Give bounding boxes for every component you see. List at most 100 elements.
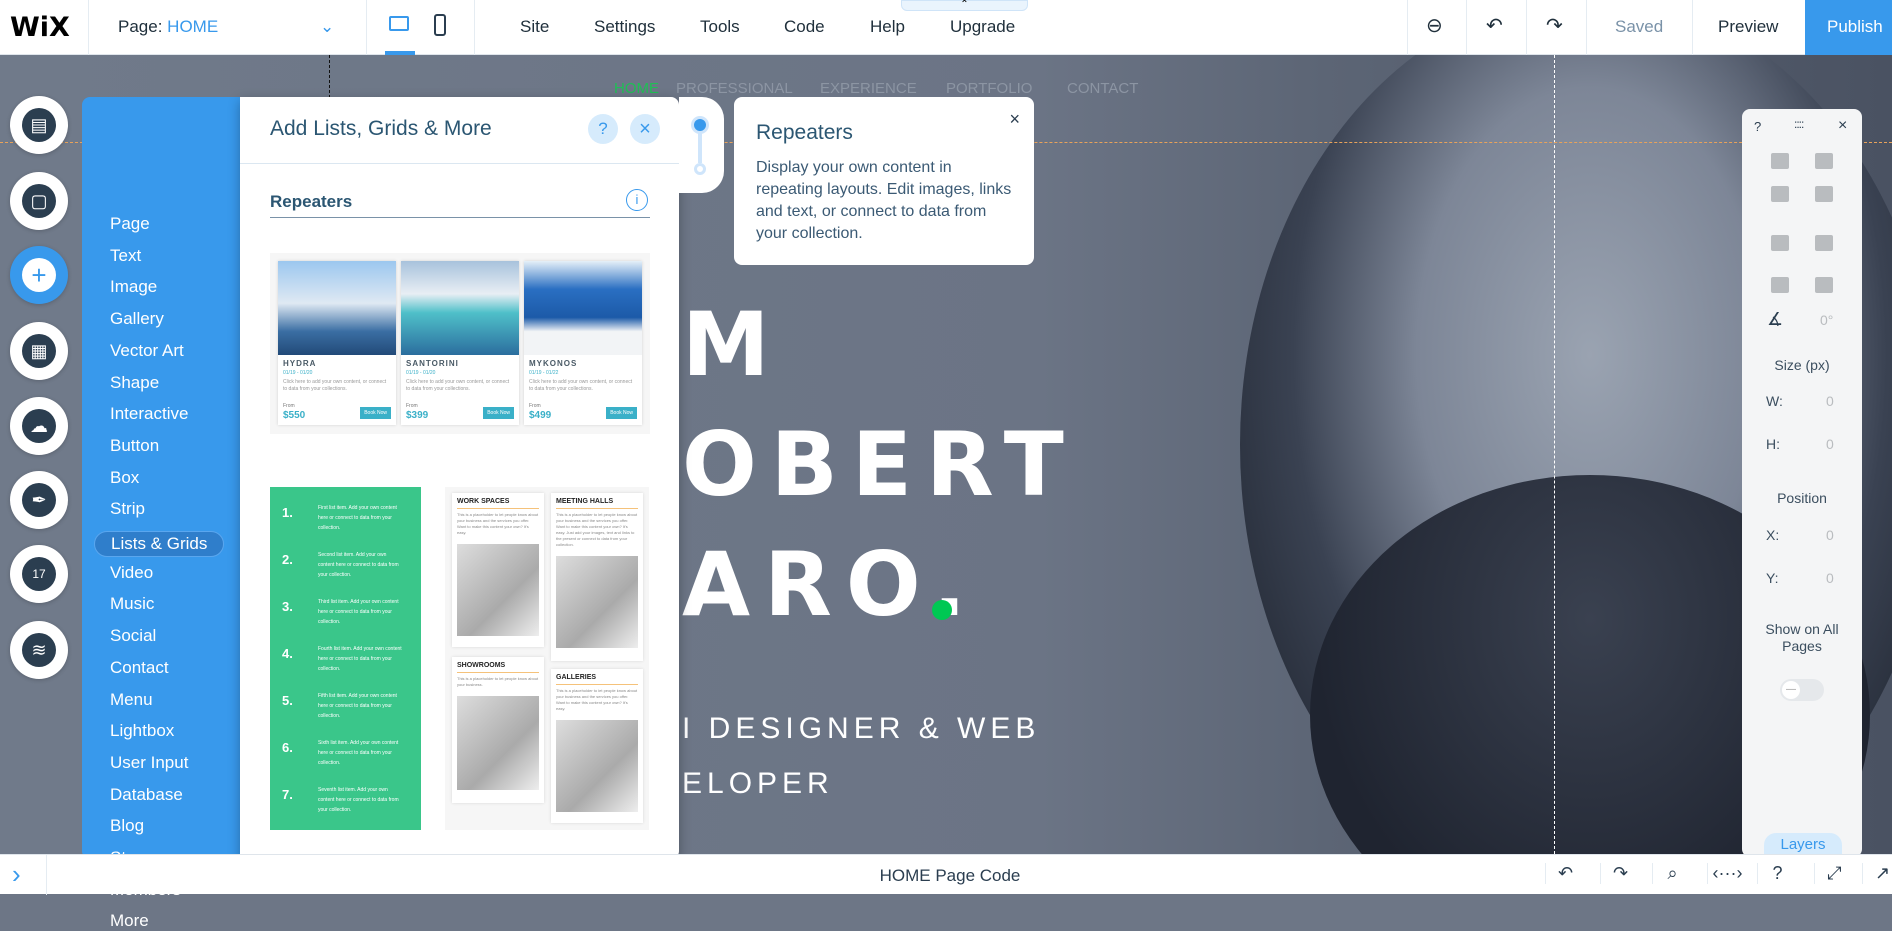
tooltip-close-icon[interactable]: × xyxy=(1009,109,1020,130)
y-label: Y: xyxy=(1766,570,1779,586)
site-nav-professional[interactable]: PROFESSIONAL xyxy=(676,80,793,97)
add-button[interactable]: + xyxy=(10,246,68,304)
wix-logo[interactable]: WiX xyxy=(10,12,70,43)
inspector-help[interactable]: ? xyxy=(1754,119,1761,134)
chevron-up-icon[interactable]: ⌃ xyxy=(901,0,1028,11)
category-box[interactable]: Box xyxy=(110,468,139,488)
y-input[interactable]: 0 xyxy=(1826,570,1834,586)
blog-button[interactable]: ✒ xyxy=(10,471,68,529)
desktop-view-icon[interactable] xyxy=(389,16,409,31)
undo-icon[interactable]: ↶ xyxy=(1486,13,1503,38)
x-input[interactable]: 0 xyxy=(1826,527,1834,543)
list-preset[interactable]: 1. First list item. Add your own content … xyxy=(270,487,421,830)
category-strip[interactable]: Strip xyxy=(110,499,145,519)
hero-subtitle-2[interactable]: ELOPER xyxy=(682,767,834,801)
menu-help[interactable]: Help xyxy=(870,17,905,37)
category-gallery[interactable]: Gallery xyxy=(110,309,164,329)
drag-handle-icon[interactable]: :::: xyxy=(1794,117,1804,131)
category-image[interactable]: Image xyxy=(110,277,157,297)
category-user-input[interactable]: User Input xyxy=(110,753,188,773)
external-icon[interactable]: ↗ xyxy=(1862,863,1892,884)
distribute-icon[interactable] xyxy=(1771,277,1789,293)
match-size-icon[interactable] xyxy=(1815,277,1833,293)
align-icon[interactable] xyxy=(1815,235,1833,251)
pages-button[interactable]: ▤ xyxy=(10,96,68,154)
background-button[interactable]: ▢ xyxy=(10,172,68,230)
height-input[interactable]: 0 xyxy=(1826,436,1834,452)
site-nav-experience[interactable]: EXPERIENCE xyxy=(820,80,917,97)
search-icon[interactable]: ⌕ xyxy=(1652,863,1692,884)
maximize-icon[interactable]: ⤢ xyxy=(1814,863,1854,884)
arrange-icon[interactable] xyxy=(1771,235,1789,251)
paste-icon[interactable] xyxy=(1815,153,1833,169)
hero-subtitle-1[interactable]: I DESIGNER & WEB xyxy=(682,712,1040,746)
chevron-down-icon[interactable]: ⌄ xyxy=(320,17,334,37)
category-page[interactable]: Page xyxy=(110,214,150,234)
category-button[interactable]: Button xyxy=(110,436,159,456)
category-contact[interactable]: Contact xyxy=(110,658,169,678)
code-properties-icon[interactable]: ‹···› xyxy=(1707,863,1747,884)
category-more[interactable]: More xyxy=(110,911,149,931)
category-shape[interactable]: Shape xyxy=(110,373,159,393)
section-underline xyxy=(270,217,650,218)
category-text[interactable]: Text xyxy=(110,246,141,266)
preview-button[interactable]: Preview xyxy=(1718,17,1778,37)
redo-icon[interactable]: ↷ xyxy=(1546,13,1563,38)
app-market-button[interactable]: ▦ xyxy=(10,322,68,380)
repeater-preset[interactable]: HYDRA 01/19 - 01/20 Click here to add yo… xyxy=(270,253,650,434)
category-database[interactable]: Database xyxy=(110,785,183,805)
site-nav-portfolio[interactable]: PORTFOLIO xyxy=(946,80,1032,97)
category-blog[interactable]: Blog xyxy=(110,816,144,836)
menu-upgrade[interactable]: Upgrade xyxy=(950,17,1015,37)
divider xyxy=(240,163,679,164)
rotation-value[interactable]: 0° xyxy=(1820,312,1833,328)
position-label: Position xyxy=(1777,490,1827,506)
width-input[interactable]: 0 xyxy=(1826,393,1834,409)
undo-icon[interactable]: ↶ xyxy=(1545,863,1585,884)
inspector-close[interactable]: × xyxy=(1838,117,1847,135)
stepper-dot-active[interactable] xyxy=(694,119,706,131)
database-button[interactable]: ≋ xyxy=(10,621,68,679)
bookings-button[interactable]: 17 xyxy=(10,545,68,603)
hero-line-2[interactable]: OBERT xyxy=(682,413,1078,516)
section-stepper[interactable] xyxy=(679,97,724,193)
category-interactive[interactable]: Interactive xyxy=(110,404,188,424)
hero-line-3[interactable]: ARO. xyxy=(682,533,980,636)
menu-tools[interactable]: Tools xyxy=(700,17,740,37)
redo-icon[interactable]: ↷ xyxy=(1600,863,1640,884)
upload-button[interactable]: ☁ xyxy=(10,397,68,455)
publish-button[interactable]: Publish xyxy=(1805,0,1892,55)
close-button[interactable]: × xyxy=(630,114,660,144)
category-music[interactable]: Music xyxy=(110,594,154,614)
list-text: Fourth list item. Add your own content h… xyxy=(318,646,402,672)
category-video[interactable]: Video xyxy=(110,563,153,583)
info-icon[interactable]: i xyxy=(626,189,648,211)
grid-card-image xyxy=(457,696,539,790)
show-all-toggle[interactable]: — xyxy=(1780,679,1824,701)
help-button[interactable]: ? xyxy=(588,114,618,144)
category-social[interactable]: Social xyxy=(110,626,156,646)
menu-site[interactable]: Site xyxy=(520,17,549,37)
show-all-label: Show on All Pages xyxy=(1765,621,1839,654)
grid-preset[interactable]: WORK SPACES This is a placeholder to let … xyxy=(445,487,649,830)
site-nav-home[interactable]: HOME xyxy=(614,80,659,97)
copy-icon[interactable] xyxy=(1771,153,1789,169)
mobile-view-icon[interactable] xyxy=(434,14,446,36)
expand-code-icon[interactable]: › xyxy=(12,859,21,890)
hero-line-1[interactable]: M xyxy=(682,293,784,396)
page-selector[interactable]: Page: HOME xyxy=(118,17,218,37)
zoom-out-icon[interactable]: ⊖ xyxy=(1426,13,1443,38)
category-menu[interactable]: Menu xyxy=(110,690,153,710)
page-code-title[interactable]: HOME Page Code xyxy=(850,866,1050,886)
category-vector-art[interactable]: Vector Art xyxy=(110,341,184,361)
help-icon[interactable]: ? xyxy=(1757,863,1797,884)
site-nav-contact[interactable]: CONTACT xyxy=(1067,80,1138,97)
list-text: First list item. Add your own content he… xyxy=(318,505,397,531)
duplicate-icon[interactable] xyxy=(1771,186,1789,202)
menu-settings[interactable]: Settings xyxy=(594,17,655,37)
category-lists-grids[interactable]: Lists & Grids xyxy=(94,531,225,557)
category-lightbox[interactable]: Lightbox xyxy=(110,721,174,741)
delete-icon[interactable] xyxy=(1815,186,1833,202)
stepper-dot[interactable] xyxy=(694,163,706,175)
menu-code[interactable]: Code xyxy=(784,17,825,37)
